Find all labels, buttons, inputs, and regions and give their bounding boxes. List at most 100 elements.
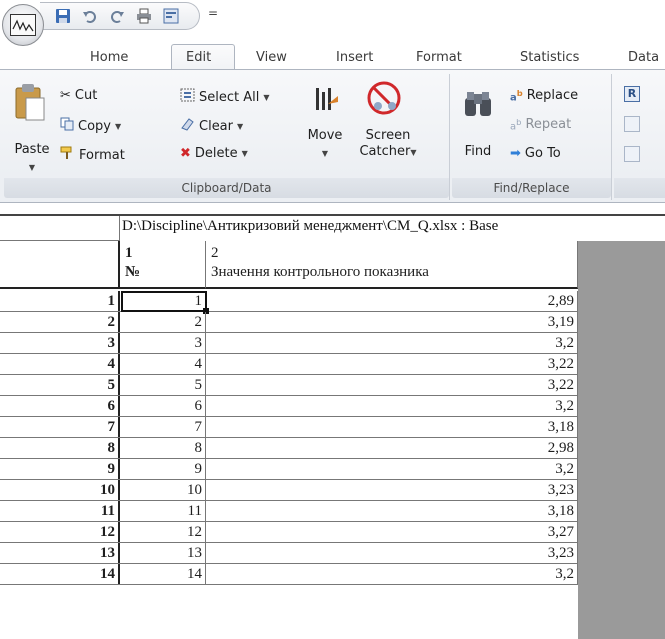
cell-value[interactable]: 3,18 [206, 501, 578, 521]
format-painter-button[interactable]: Format [60, 146, 125, 164]
screen-catcher-button-line1[interactable]: Screen [356, 128, 420, 143]
cell-number[interactable]: 14 [120, 564, 206, 584]
tab-edit[interactable]: Edit [186, 50, 211, 65]
eraser-icon [180, 117, 195, 135]
move-icon[interactable] [310, 84, 344, 118]
cell-number[interactable]: 3 [120, 333, 206, 353]
table-row: 4 4 3,22 [0, 354, 578, 375]
goto-button[interactable]: ➡ Go To [510, 146, 561, 161]
move-button[interactable]: Move [302, 128, 348, 143]
row-header[interactable]: 7 [0, 417, 120, 437]
binoculars-icon[interactable] [462, 88, 494, 120]
paste-button[interactable]: Paste [12, 142, 52, 157]
cell-number[interactable]: 5 [120, 375, 206, 395]
cell-value[interactable]: 3,2 [206, 459, 578, 479]
row-header[interactable]: 10 [0, 480, 120, 500]
group-clipboard-data: Paste ▼ ✂ Cut Copy ▼ Format Select All ▼ Cl… [4, 74, 450, 200]
row-header[interactable]: 4 [0, 354, 120, 374]
row-header[interactable]: 11 [0, 501, 120, 521]
cell-value[interactable]: 3,23 [206, 543, 578, 563]
cell-number[interactable]: 7 [120, 417, 206, 437]
cell-number[interactable]: 6 [120, 396, 206, 416]
repeat-icon: ab [510, 117, 522, 133]
cell-number[interactable]: 2 [120, 312, 206, 332]
format-painter-icon [60, 146, 75, 164]
cell-number[interactable]: 10 [120, 480, 206, 500]
row-header[interactable]: 2 [0, 312, 120, 332]
row-header[interactable]: 8 [0, 438, 120, 458]
delete-button[interactable]: ✖ Delete ▼ [180, 146, 248, 161]
cell-value[interactable]: 3,22 [206, 375, 578, 395]
row-header[interactable]: 1 [0, 291, 120, 311]
cell-number[interactable]: 13 [120, 543, 206, 563]
row-header[interactable]: 13 [0, 543, 120, 563]
tab-view[interactable]: View [256, 50, 287, 65]
r-icon[interactable]: R [624, 86, 640, 102]
screen-catcher-icon[interactable] [362, 80, 406, 120]
tab-format[interactable]: Format [416, 50, 462, 65]
active-cell-cursor[interactable] [121, 291, 209, 314]
cell-value[interactable]: 2,98 [206, 438, 578, 458]
repeat-button[interactable]: ab Repeat [510, 117, 571, 132]
replace-button[interactable]: ab Replace [510, 88, 578, 103]
print-icon[interactable] [135, 8, 152, 25]
column-header-2[interactable]: 2 Значення контрольного показника [206, 241, 578, 289]
paste-dropdown-icon[interactable]: ▼ [24, 160, 40, 175]
grid-icon[interactable] [624, 146, 640, 162]
cell-value[interactable]: 3,22 [206, 354, 578, 374]
column-1-name: № [125, 264, 141, 280]
row-header[interactable]: 9 [0, 459, 120, 479]
cell-value[interactable]: 3,2 [206, 564, 578, 584]
cell-number[interactable]: 9 [120, 459, 206, 479]
cell-value[interactable]: 3,23 [206, 480, 578, 500]
cell-number[interactable]: 11 [120, 501, 206, 521]
row-header[interactable]: 5 [0, 375, 120, 395]
qat-dropdown[interactable]: = [208, 6, 218, 20]
cell-value[interactable]: 3,2 [206, 396, 578, 416]
group-find-replace: Find ab Replace ab Repeat ➡ Go To Find/R… [452, 74, 612, 200]
find-button[interactable]: Find [458, 144, 498, 159]
row-header[interactable]: 3 [0, 333, 120, 353]
table-icon[interactable] [624, 116, 640, 132]
column-header-1[interactable]: 1 № [120, 241, 206, 289]
cell-value[interactable]: 3,2 [206, 333, 578, 353]
move-dropdown-icon[interactable]: ▼ [317, 146, 333, 161]
sheet-corner[interactable] [0, 216, 120, 241]
table-row: 11 11 3,18 [0, 501, 578, 522]
cell-number[interactable]: 4 [120, 354, 206, 374]
redo-icon[interactable] [108, 8, 125, 25]
row-header[interactable]: 14 [0, 564, 120, 584]
table-row: 2 2 3,19 [0, 312, 578, 333]
cell-number[interactable]: 12 [120, 522, 206, 542]
row-header[interactable]: 12 [0, 522, 120, 542]
next-group-label [614, 178, 665, 198]
tab-insert[interactable]: Insert [336, 50, 373, 65]
clear-button[interactable]: Clear ▼ [180, 117, 243, 135]
app-menu-button[interactable] [2, 4, 44, 46]
select-all-button[interactable]: Select All ▼ [180, 88, 270, 106]
customize-icon[interactable] [162, 8, 179, 25]
screen-catcher-button-line2[interactable]: Catcher▼ [352, 144, 424, 160]
row-header-corner[interactable] [0, 241, 120, 289]
cut-button[interactable]: ✂ Cut [60, 88, 97, 103]
cell-value[interactable]: 2,89 [206, 291, 578, 311]
row-header[interactable]: 6 [0, 396, 120, 416]
tab-home[interactable]: Home [90, 50, 128, 65]
cell-value[interactable]: 3,18 [206, 417, 578, 437]
cell-number[interactable]: 8 [120, 438, 206, 458]
tab-statistics[interactable]: Statistics [520, 50, 579, 65]
table-row: 14 14 3,2 [0, 564, 578, 585]
undo-icon[interactable] [81, 8, 98, 25]
table-row: 6 6 3,2 [0, 396, 578, 417]
table-row: 9 9 3,2 [0, 459, 578, 480]
table-row: 5 5 3,22 [0, 375, 578, 396]
paste-icon[interactable] [12, 82, 48, 122]
copy-button[interactable]: Copy ▼ [60, 117, 121, 135]
tab-data[interactable]: Data [628, 50, 659, 65]
cell-value[interactable]: 3,19 [206, 312, 578, 332]
copy-icon [60, 117, 74, 135]
app-logo-icon [10, 14, 36, 36]
ribbon: Paste ▼ ✂ Cut Copy ▼ Format Select All ▼ Cl… [0, 69, 665, 203]
cell-value[interactable]: 3,27 [206, 522, 578, 542]
save-icon[interactable] [54, 8, 71, 25]
